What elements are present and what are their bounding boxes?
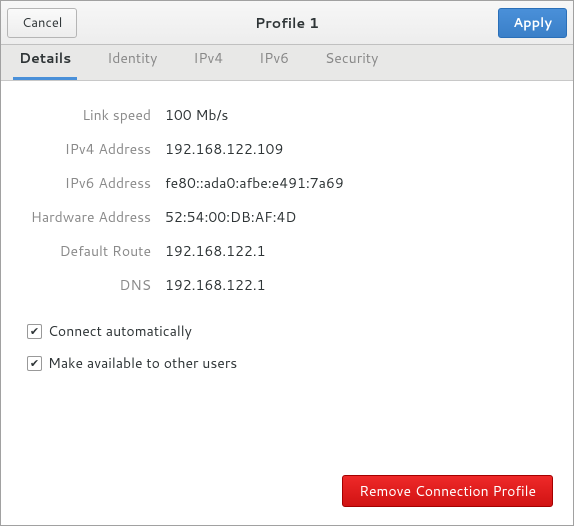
dialog-window: Cancel Profile 1 Apply Details Identity … — [0, 0, 574, 526]
link-speed-label: Link speed — [21, 105, 151, 125]
remove-connection-button[interactable]: Remove Connection Profile — [342, 475, 553, 507]
available-others-check[interactable]: Make available to other users — [27, 353, 553, 373]
ipv4-address-value: 192.168.122.109 — [165, 139, 553, 159]
default-route-value: 192.168.122.1 — [165, 241, 553, 261]
tab-security[interactable]: Security — [319, 39, 384, 80]
link-speed-value: 100 Mb/s — [165, 105, 553, 125]
ipv4-address-label: IPv4 Address — [21, 139, 151, 159]
checkbox-icon — [27, 356, 42, 371]
hardware-address-value: 52:54:00:DB:AF:4D — [165, 207, 553, 227]
dns-label: DNS — [21, 275, 151, 295]
hardware-address-label: Hardware Address — [21, 207, 151, 227]
content-area: Link speed 100 Mb/s IPv4 Address 192.168… — [1, 81, 573, 525]
ipv6-address-label: IPv6 Address — [21, 173, 151, 193]
tab-details[interactable]: Details — [13, 39, 77, 80]
default-route-label: Default Route — [21, 241, 151, 261]
connect-auto-label: Connect automatically — [48, 321, 192, 341]
tab-ipv6[interactable]: IPv6 — [253, 39, 295, 80]
tab-ipv4[interactable]: IPv4 — [187, 39, 229, 80]
available-others-label: Make available to other users — [48, 353, 237, 373]
checkbox-icon — [27, 324, 42, 339]
connect-auto-check[interactable]: Connect automatically — [27, 321, 553, 341]
tab-bar: Details Identity IPv4 IPv6 Security — [1, 45, 573, 81]
check-group: Connect automatically Make available to … — [27, 321, 553, 373]
apply-button[interactable]: Apply — [498, 8, 567, 38]
window-title: Profile 1 — [1, 13, 573, 33]
tab-identity[interactable]: Identity — [101, 39, 163, 80]
cancel-button[interactable]: Cancel — [7, 8, 77, 38]
titlebar: Cancel Profile 1 Apply — [1, 1, 573, 45]
dns-value: 192.168.122.1 — [165, 275, 553, 295]
footer: Remove Connection Profile — [21, 475, 553, 507]
ipv6-address-value: fe80::ada0:afbe:e491:7a69 — [165, 173, 553, 193]
details-grid: Link speed 100 Mb/s IPv4 Address 192.168… — [21, 105, 553, 295]
